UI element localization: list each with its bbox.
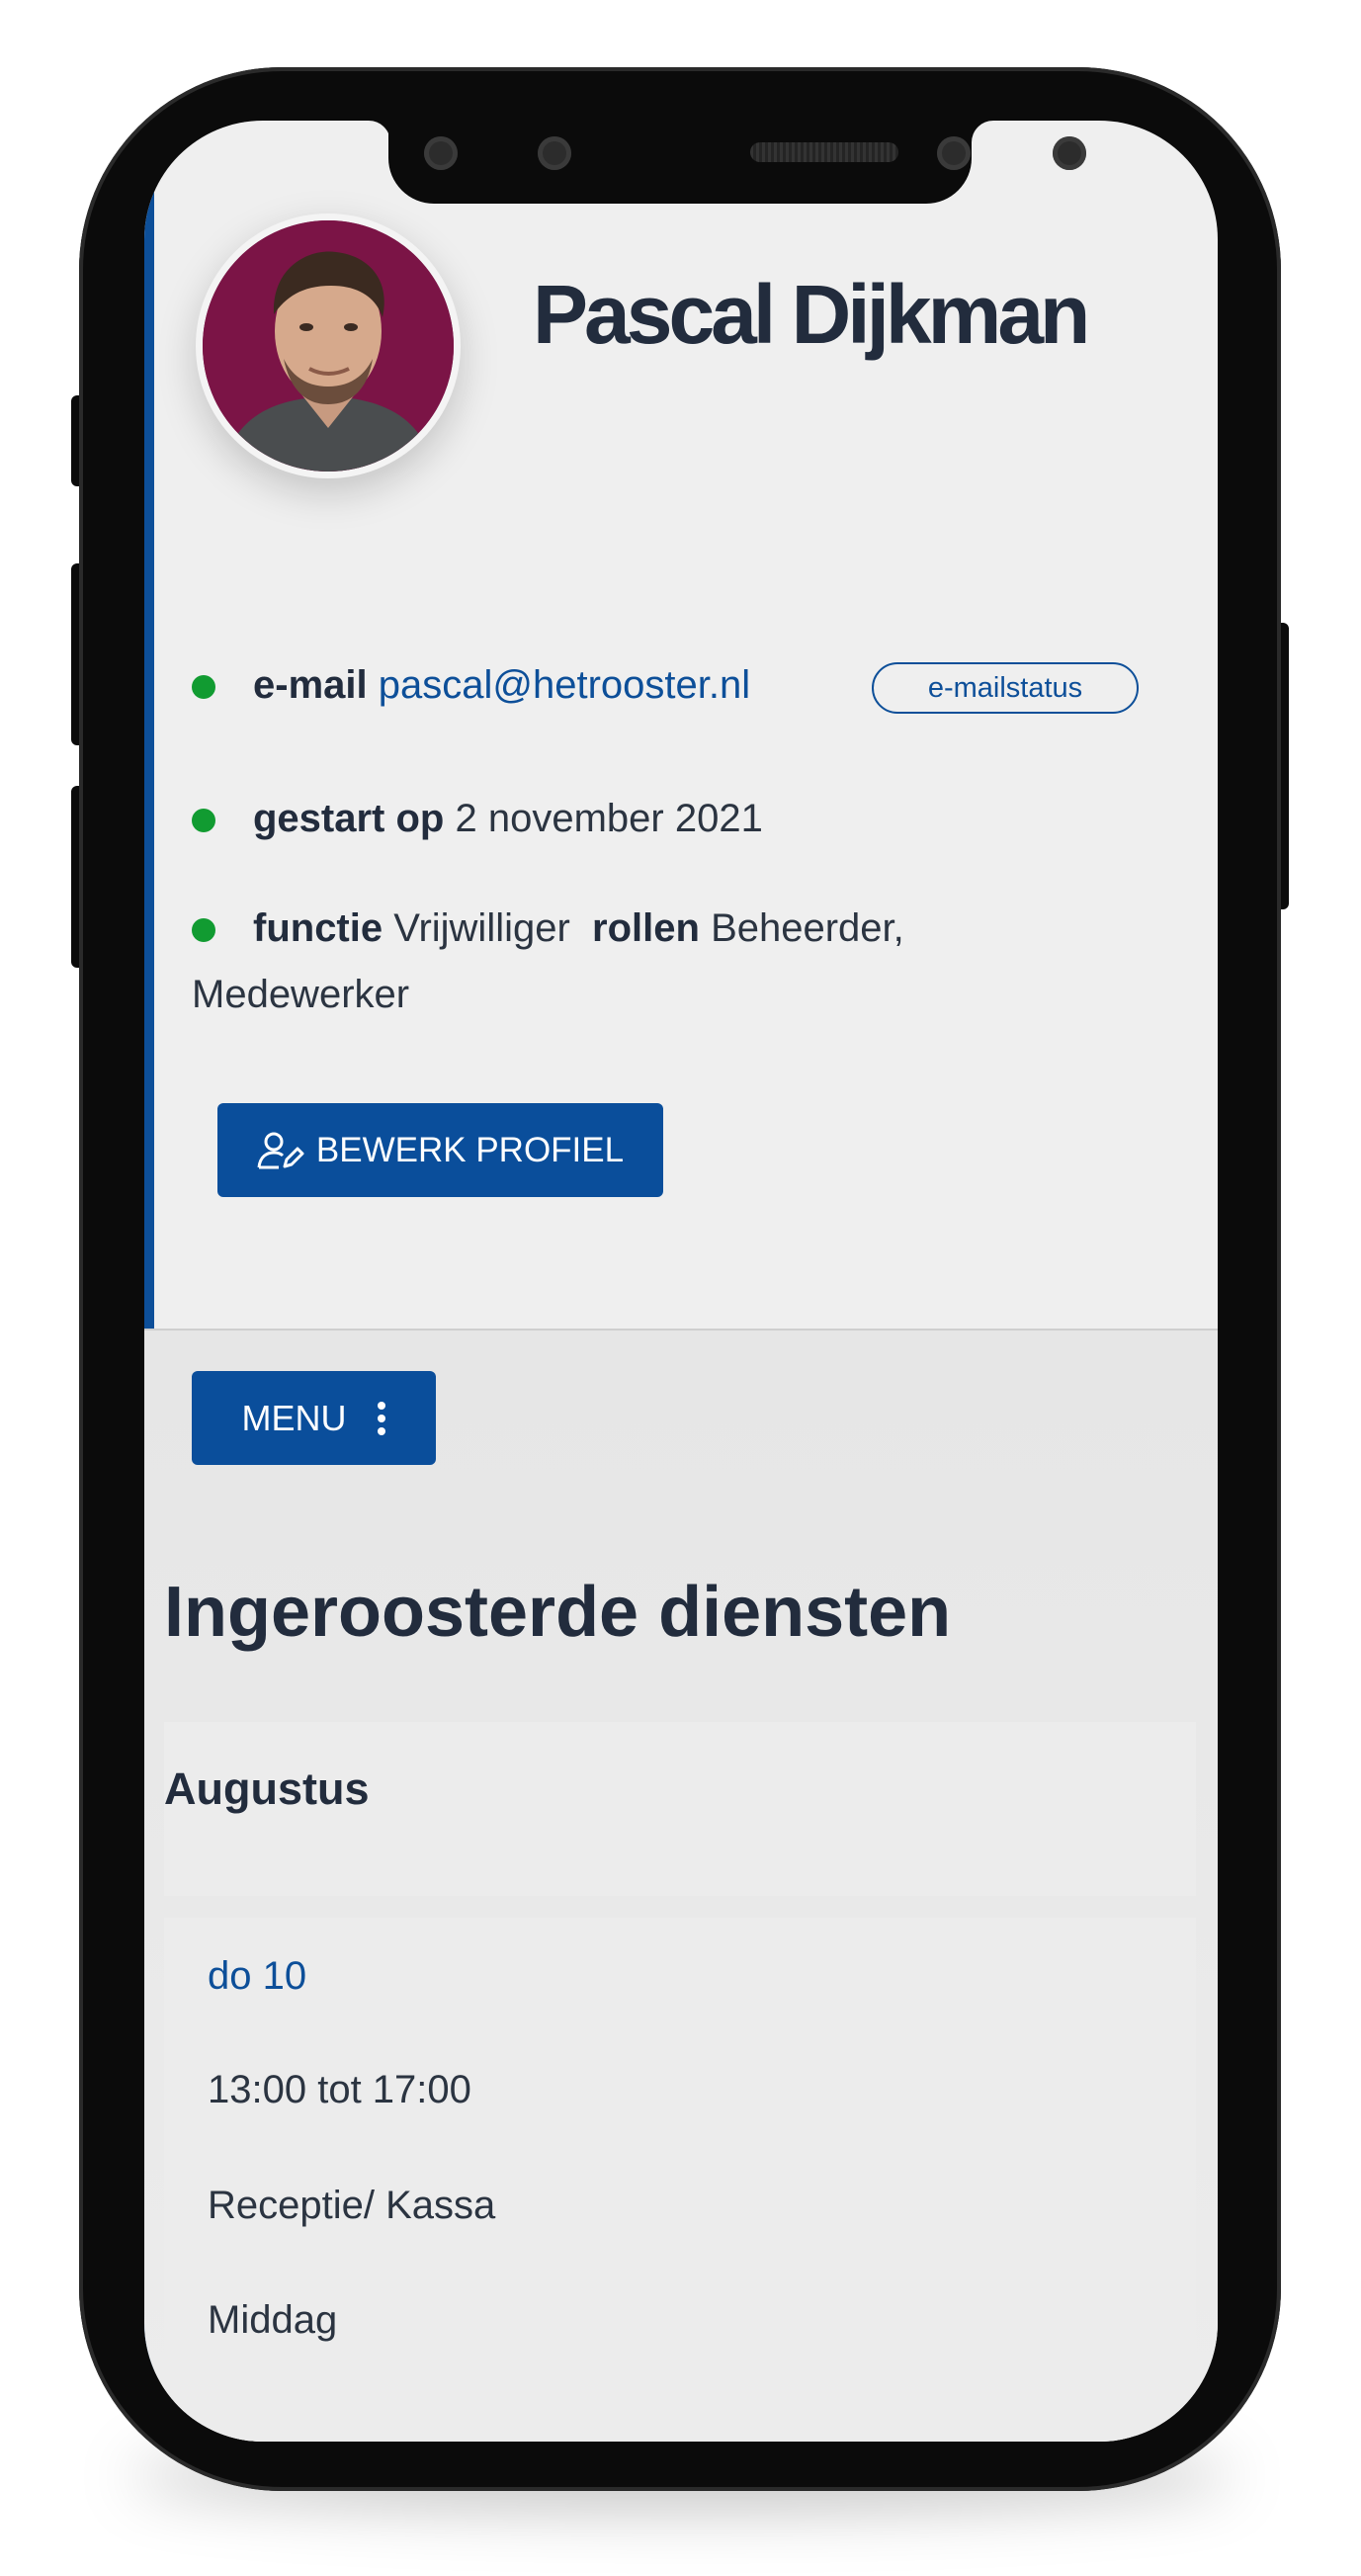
month-label: Augustus [164, 1763, 370, 1814]
function-row: functie Vrijwilliger rollen Beheerder, [192, 906, 904, 951]
camera-icon [424, 136, 458, 170]
shift-role: Receptie/ Kassa [208, 2184, 496, 2227]
function-label: functie [253, 906, 383, 950]
status-dot-icon [192, 809, 215, 833]
email-link[interactable]: pascal@hetrooster.nl [379, 663, 750, 707]
roles-value-continued: Medewerker [192, 973, 410, 1016]
avatar-photo [203, 220, 454, 472]
email-status-button[interactable]: e-mailstatus [872, 662, 1139, 714]
shift-time: 13:00 tot 17:00 [208, 2068, 471, 2111]
sensor-icon [538, 136, 571, 170]
edit-profile-label: BEWERK PROFIEL [315, 1130, 625, 1169]
roles-value: Beheerder, [711, 906, 904, 950]
sensor-icon [1053, 136, 1086, 170]
status-dot-icon [192, 675, 215, 700]
email-label: e-mail [253, 663, 368, 707]
roles-label: rollen [592, 906, 700, 950]
edit-profile-button[interactable]: BEWERK PROFIEL [217, 1103, 663, 1197]
user-edit-icon [257, 1132, 304, 1168]
avatar [196, 214, 461, 478]
vertical-dots-icon [377, 1401, 385, 1435]
camera-icon [937, 136, 971, 170]
shift-part: Middag [208, 2298, 338, 2342]
notch [388, 121, 1086, 204]
menu-label: MENU [241, 1397, 347, 1438]
profile-name: Pascal Dijkman [533, 268, 1090, 361]
schedule-title: Ingeroosterde diensten [164, 1573, 952, 1652]
started-label: gestart op [253, 797, 445, 840]
shift-card[interactable] [164, 1918, 1196, 2442]
shift-day[interactable]: do 10 [208, 1954, 306, 1999]
started-value: 2 november 2021 [455, 797, 763, 840]
status-dot-icon [192, 918, 215, 943]
started-row: gestart op 2 november 2021 [192, 797, 763, 841]
phone-screen: Pascal Dijkman e-mail pascal@hetrooster.… [144, 121, 1218, 2442]
speaker-grille [750, 142, 898, 162]
function-value: Vrijwilliger [393, 906, 570, 950]
email-row: e-mail pascal@hetrooster.nl [192, 663, 750, 708]
menu-button[interactable]: MENU [192, 1371, 436, 1465]
